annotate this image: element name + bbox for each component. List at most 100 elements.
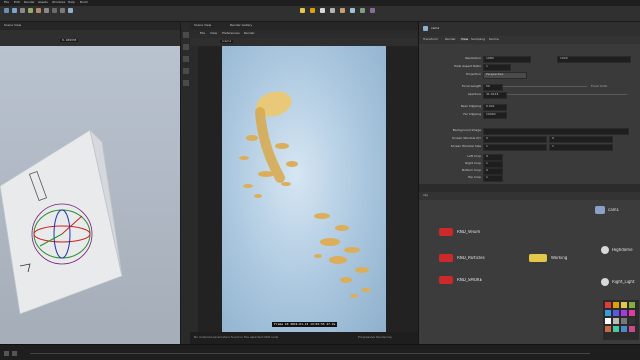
stop-icon[interactable] <box>12 351 17 356</box>
param-row-bottom-crop: Bottom Crop 0 <box>419 168 640 175</box>
param-label: Resolution <box>465 57 481 60</box>
sky-light-icon[interactable] <box>330 8 335 13</box>
camera-node-icon <box>595 206 605 214</box>
pixel-aspect-field[interactable]: 1 <box>483 64 511 71</box>
env-light-icon[interactable] <box>340 8 345 13</box>
play-icon[interactable] <box>4 351 9 356</box>
tab-scene-view-2[interactable]: Scene View <box>194 24 211 27</box>
node-label: RND_Velum <box>457 230 481 234</box>
near-clip-field[interactable]: 0.001 <box>483 104 507 111</box>
param-row-top-crop: Top Crop 1 <box>419 175 640 182</box>
menu-item-build[interactable]: Build <box>80 1 88 4</box>
toolbar-value-field[interactable]: 0.109333 <box>60 39 79 42</box>
node-label: Right_Light <box>612 280 635 284</box>
geo-light-icon[interactable] <box>350 8 355 13</box>
tab-render[interactable]: Render <box>445 38 456 41</box>
screen-window-y[interactable]: 0 <box>549 136 613 143</box>
focal-units-label: Focal Units <box>591 85 608 88</box>
torus-icon[interactable] <box>36 8 41 13</box>
far-clip-field[interactable]: 10000 <box>483 112 507 119</box>
param-label: Far Clipping <box>463 113 481 116</box>
camera-shelf-icon[interactable] <box>68 8 73 13</box>
screen-window-x[interactable]: 0 <box>483 136 547 143</box>
network-editor[interactable]: obj RND_Velum RND_Particles RND_SMOKE Wo… <box>418 184 640 344</box>
menu-item-file[interactable]: File <box>4 1 9 4</box>
render-view-side-toolbar <box>190 46 198 332</box>
rv-menu-view[interactable]: View <box>210 32 217 35</box>
projection-select[interactable]: Perspective <box>483 72 527 79</box>
light-bulb-icon <box>601 278 609 286</box>
param-label: Left Crop <box>467 155 481 158</box>
spot-light-icon[interactable] <box>310 8 315 13</box>
progressive-rendering-label: Progressive Rendering <box>358 336 392 339</box>
bottom-crop-field[interactable]: 0 <box>483 168 503 175</box>
null-icon[interactable] <box>60 8 65 13</box>
rv-menu-preferences[interactable]: Preferences <box>222 32 240 35</box>
menu-item-assets[interactable]: Assets <box>38 1 48 4</box>
param-label: Background Image <box>452 129 481 132</box>
network-path[interactable]: obj <box>423 194 428 197</box>
curve-icon[interactable] <box>44 8 49 13</box>
param-label: Projection <box>466 73 481 76</box>
viewport-tabs: Scene View <box>0 22 180 30</box>
network-path-bar: obj <box>419 192 640 200</box>
param-label: Aperture <box>467 93 481 96</box>
tube-icon[interactable] <box>28 8 33 13</box>
light-icon[interactable] <box>300 8 305 13</box>
scene-viewport[interactable] <box>0 46 180 344</box>
tab-view[interactable]: View <box>459 38 471 41</box>
param-label: Focal Length <box>461 85 481 88</box>
tab-karma[interactable]: Karma <box>489 38 499 41</box>
rv-menu-render[interactable]: Render <box>244 32 255 35</box>
color-palette[interactable] <box>603 300 639 340</box>
scale-tool-icon[interactable] <box>183 68 189 74</box>
aperture-slider[interactable] <box>507 94 627 95</box>
param-row-resolution: Resolution 1080 1920 <box>419 56 640 63</box>
viewport-toolbar: 0.109333 <box>0 30 180 46</box>
timeline-track[interactable] <box>30 353 590 354</box>
viewport-side-toolbar <box>180 22 190 344</box>
menu-item-render[interactable]: Render <box>24 1 35 4</box>
right-crop-field[interactable]: 1 <box>483 161 503 168</box>
area-light-icon[interactable] <box>320 8 325 13</box>
menu-item-edit[interactable]: Edit <box>14 1 20 4</box>
render-image[interactable]: Frame 10 2019-01-13 14:02:55 27.9s <box>222 46 386 332</box>
param-label: Pixel Aspect Ratio <box>454 65 481 68</box>
top-crop-field[interactable]: 1 <box>483 175 503 182</box>
tab-render-gallery[interactable]: Render Gallery <box>230 24 252 27</box>
timeline-bar[interactable] <box>0 344 640 360</box>
resolution-x-field[interactable]: 1080 <box>483 56 531 63</box>
background-image-field[interactable] <box>483 128 629 135</box>
tab-scene-view[interactable]: Scene View <box>4 24 21 27</box>
portal-light-icon[interactable] <box>360 8 365 13</box>
screen-size-y[interactable]: 1 <box>549 144 613 151</box>
params-header: cam1 <box>419 22 640 36</box>
camera-select[interactable]: /cam1 <box>220 40 234 43</box>
params-tabs: Transform Render View Sampling Karma <box>419 36 640 44</box>
select-tool-icon[interactable] <box>183 32 189 38</box>
rv-menu-file[interactable]: File <box>200 32 205 35</box>
parameters-panel: cam1 Transform Render View Sampling Karm… <box>418 22 640 184</box>
param-row-aperture: Aperture 41.4214 <box>419 92 640 99</box>
grid-icon[interactable] <box>20 8 25 13</box>
param-row-far-clip: Far Clipping 10000 <box>419 112 640 119</box>
aperture-field[interactable]: 41.4214 <box>483 92 507 99</box>
resolution-y-field[interactable]: 1920 <box>557 56 631 63</box>
left-crop-field[interactable]: 0 <box>483 154 503 161</box>
sphere-icon[interactable] <box>4 8 9 13</box>
focal-length-field[interactable]: 50 <box>483 84 503 91</box>
menu-item-help[interactable]: Help <box>68 1 75 4</box>
node-label: RND_SMOKE <box>457 278 483 282</box>
volume-light-icon[interactable] <box>370 8 375 13</box>
menu-item-windows[interactable]: Windows <box>52 1 65 4</box>
tab-transform[interactable]: Transform <box>423 38 438 41</box>
screen-size-x[interactable]: 1 <box>483 144 547 151</box>
focal-length-slider[interactable] <box>503 86 587 87</box>
rotate-tool-icon[interactable] <box>183 56 189 62</box>
box-icon[interactable] <box>12 8 17 13</box>
camera-tool-icon[interactable] <box>183 80 189 86</box>
font-icon[interactable] <box>52 8 57 13</box>
param-row-pixel-aspect: Pixel Aspect Ratio 1 <box>419 64 640 71</box>
move-tool-icon[interactable] <box>183 44 189 50</box>
tab-sampling[interactable]: Sampling <box>471 38 485 41</box>
